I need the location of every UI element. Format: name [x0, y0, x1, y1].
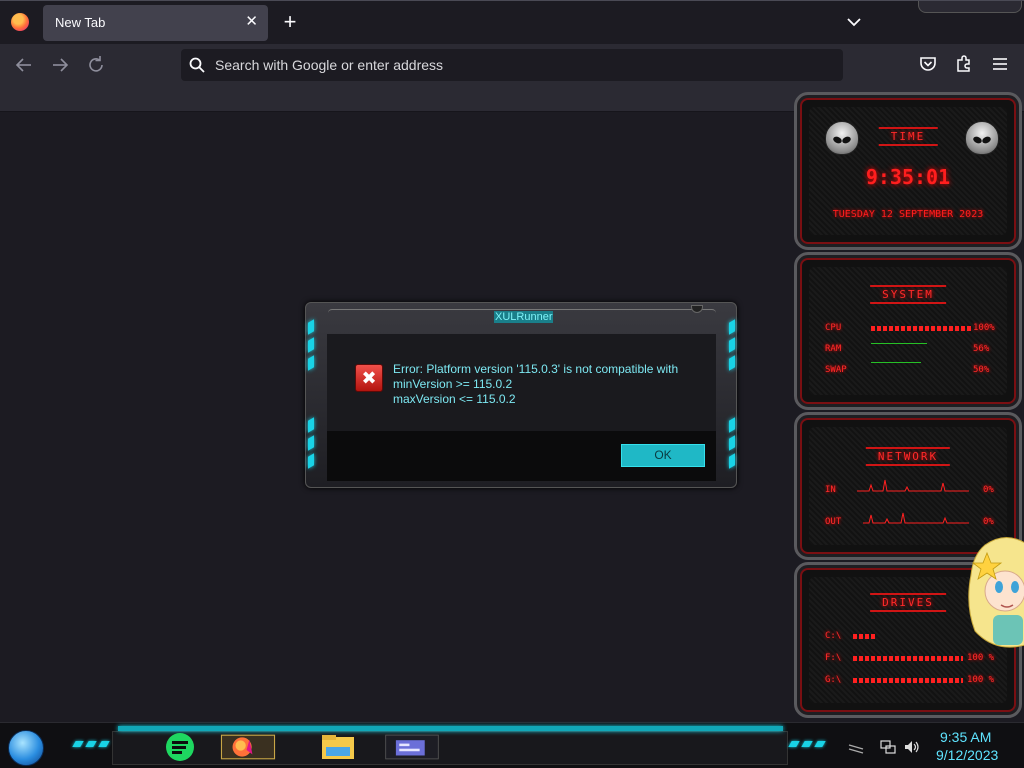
drive-g-meter — [853, 678, 963, 683]
file-explorer-icon[interactable] — [310, 729, 366, 765]
led-decoration — [729, 355, 735, 371]
firefox-icon[interactable] — [220, 729, 276, 765]
led-decoration — [308, 435, 314, 451]
led-decoration — [729, 453, 735, 469]
network-in-graph — [857, 479, 969, 492]
led-decoration — [72, 741, 84, 747]
list-all-tabs-icon[interactable] — [843, 11, 865, 33]
close-icon[interactable]: ✕ — [245, 13, 258, 31]
cpu-value: 100% — [973, 323, 995, 333]
alien-head-icon — [965, 121, 999, 155]
network-icon[interactable] — [880, 739, 896, 755]
led-decoration — [729, 435, 735, 451]
reload-icon[interactable] — [84, 53, 108, 77]
taskbar-clock-date[interactable]: 9/12/2023 — [936, 747, 998, 763]
url-input[interactable] — [215, 49, 815, 81]
dialog-title: XULRunner — [494, 311, 554, 323]
drive-c-meter — [853, 634, 877, 639]
ram-value: 56% — [973, 344, 990, 354]
alien-head-icon — [825, 121, 859, 155]
volume-icon[interactable] — [904, 739, 920, 755]
navigation-bar — [0, 44, 1024, 86]
show-hidden-icons-icon[interactable] — [848, 739, 864, 755]
drive-f-meter — [853, 656, 963, 661]
ram-meter — [871, 343, 927, 344]
system-gadget[interactable]: SYSTEM CPU 100% RAM 56% SWAP 50% — [794, 252, 1022, 410]
led-decoration — [801, 741, 813, 747]
drive-c-label: C:\ — [825, 631, 842, 641]
new-tab-button[interactable]: + — [279, 9, 301, 35]
led-decoration — [308, 453, 314, 469]
taskbar: 9:35 AM 9/12/2023 — [0, 722, 1024, 768]
task-buttons-area — [112, 731, 788, 765]
led-decoration — [308, 355, 314, 371]
tab-title: New Tab — [55, 15, 106, 30]
network-in-value: 0% — [983, 485, 994, 495]
network-out-value: 0% — [983, 517, 994, 527]
led-decoration — [308, 319, 314, 335]
drive-g-value: 100 % — [967, 675, 995, 685]
dialog-footer: OK — [327, 431, 716, 481]
search-icon — [189, 57, 205, 73]
led-decoration — [788, 741, 800, 747]
cartoon-character-sticker — [968, 537, 1024, 648]
error-message-line: minVersion >= 115.0.2 — [393, 377, 513, 391]
network-out-graph — [863, 512, 969, 524]
cpu-label: CPU — [825, 323, 842, 333]
dialog-body: ✖ Error: Platform version '115.0.3' is n… — [327, 334, 716, 431]
control-panel-icon[interactable] — [384, 729, 440, 765]
led-decoration — [729, 417, 735, 433]
pocket-icon[interactable] — [918, 54, 938, 74]
led-decoration — [98, 741, 110, 747]
menu-icon[interactable] — [990, 54, 1010, 74]
start-button[interactable] — [8, 730, 44, 766]
back-icon[interactable] — [12, 53, 36, 77]
error-icon: ✖ — [355, 364, 383, 392]
ram-label: RAM — [825, 344, 842, 354]
cpu-meter — [871, 326, 971, 331]
spotify-icon[interactable] — [152, 729, 208, 765]
taskbar-clock-time[interactable]: 9:35 AM — [940, 729, 991, 745]
gadget-header: SYSTEM — [870, 285, 946, 304]
drive-g-label: G:\ — [825, 675, 842, 685]
error-dialog: XULRunner ✖ Error: Platform version '115… — [305, 302, 737, 488]
error-message-line: Error: Platform version '115.0.3' is not… — [393, 362, 679, 376]
url-bar[interactable] — [181, 49, 843, 81]
swap-value: 50% — [973, 365, 990, 375]
error-message-line: maxVersion <= 115.0.2 — [393, 392, 516, 406]
gadget-header: TIME — [878, 127, 938, 146]
taskbar-accent-strip — [118, 726, 783, 731]
swap-meter — [871, 362, 921, 363]
swap-label: SWAP — [825, 365, 847, 375]
led-decoration — [729, 337, 735, 353]
time-gadget[interactable]: TIME 9:35:01 TUESDAY 12 SEPTEMBER 2023 — [794, 92, 1022, 250]
gadget-header: DRIVES — [870, 593, 946, 612]
desktop: New Tab ✕ + Search with Google or enter … — [0, 0, 1024, 768]
dialog-knob — [691, 305, 703, 313]
gadget-date: TUESDAY 12 SEPTEMBER 2023 — [832, 209, 984, 220]
drive-f-label: F:\ — [825, 653, 842, 663]
firefox-icon[interactable] — [11, 13, 29, 31]
extensions-icon[interactable] — [954, 54, 974, 74]
led-decoration — [85, 741, 97, 747]
forward-icon[interactable] — [48, 53, 72, 77]
tab-new-tab[interactable]: New Tab ✕ — [43, 5, 268, 41]
gadget-clock: 9:35:01 — [865, 165, 951, 189]
led-decoration — [308, 337, 314, 353]
gadget-header: NETWORK — [865, 447, 951, 466]
tab-strip: New Tab ✕ + — [0, 0, 1024, 44]
ok-button[interactable]: OK — [621, 444, 705, 467]
window-decoration — [918, 1, 1022, 13]
network-out-label: OUT — [825, 517, 842, 527]
led-decoration — [308, 417, 314, 433]
led-decoration — [729, 319, 735, 335]
led-decoration — [814, 741, 826, 747]
network-in-label: IN — [825, 485, 836, 495]
